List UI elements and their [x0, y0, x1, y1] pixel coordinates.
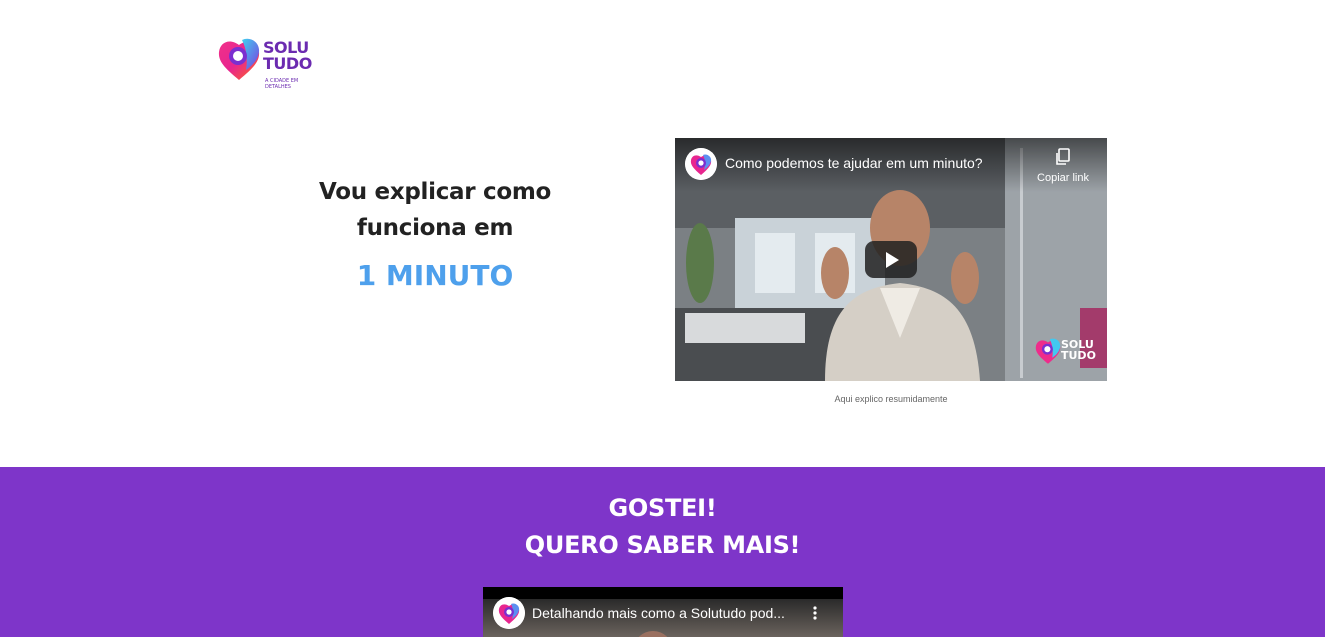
solutudo-logo[interactable]: SOLU TUDO A CIDADE EM DETALHES [218, 36, 318, 92]
more-options-icon[interactable] [813, 606, 817, 620]
cta-line-2: QUERO SABER MAIS! [524, 531, 801, 559]
video-watermark: SOLU TUDO [1035, 337, 1099, 369]
play-button[interactable] [865, 241, 917, 278]
video-letterbox [483, 587, 843, 599]
video-caption: Aqui explico resumidamente [834, 394, 948, 404]
logo-wordmark: SOLU TUDO [263, 40, 312, 72]
channel-avatar-icon[interactable] [493, 597, 525, 629]
logo-tagline: A CIDADE EM DETALHES [265, 78, 299, 90]
hero-heading: Vou explicar como funciona em 1 MINUTO [300, 174, 570, 296]
heart-location-icon [218, 38, 260, 80]
watermark-logo-icon [1035, 338, 1061, 364]
channel-avatar-icon[interactable] [685, 148, 717, 180]
watermark-line2: TUDO [1061, 349, 1096, 362]
copy-link-button[interactable]: Copiar link [1033, 148, 1093, 184]
video-title[interactable]: Como podemos te ajudar em um minuto? [725, 155, 983, 171]
video-player-details[interactable]: Detalhando mais como a Solutudo pod... [483, 587, 843, 637]
video-player-intro[interactable]: Como podemos te ajudar em um minuto? Cop… [675, 138, 1107, 381]
hero-line-1: Vou explicar como [319, 179, 551, 205]
watermark-wordmark: SOLU TUDO [1061, 339, 1096, 361]
logo-line2: TUDO [263, 54, 312, 73]
copy-link-label: Copiar link [1037, 172, 1089, 184]
hero-highlight: 1 MINUTO [356, 259, 514, 292]
cta-heading: GOSTEI! QUERO SABER MAIS! [0, 490, 1325, 564]
cta-line-1: GOSTEI! [608, 494, 717, 522]
video-title[interactable]: Detalhando mais como a Solutudo pod... [532, 605, 785, 621]
copy-icon [1056, 148, 1070, 165]
hero-line-2: funciona em [356, 215, 514, 241]
